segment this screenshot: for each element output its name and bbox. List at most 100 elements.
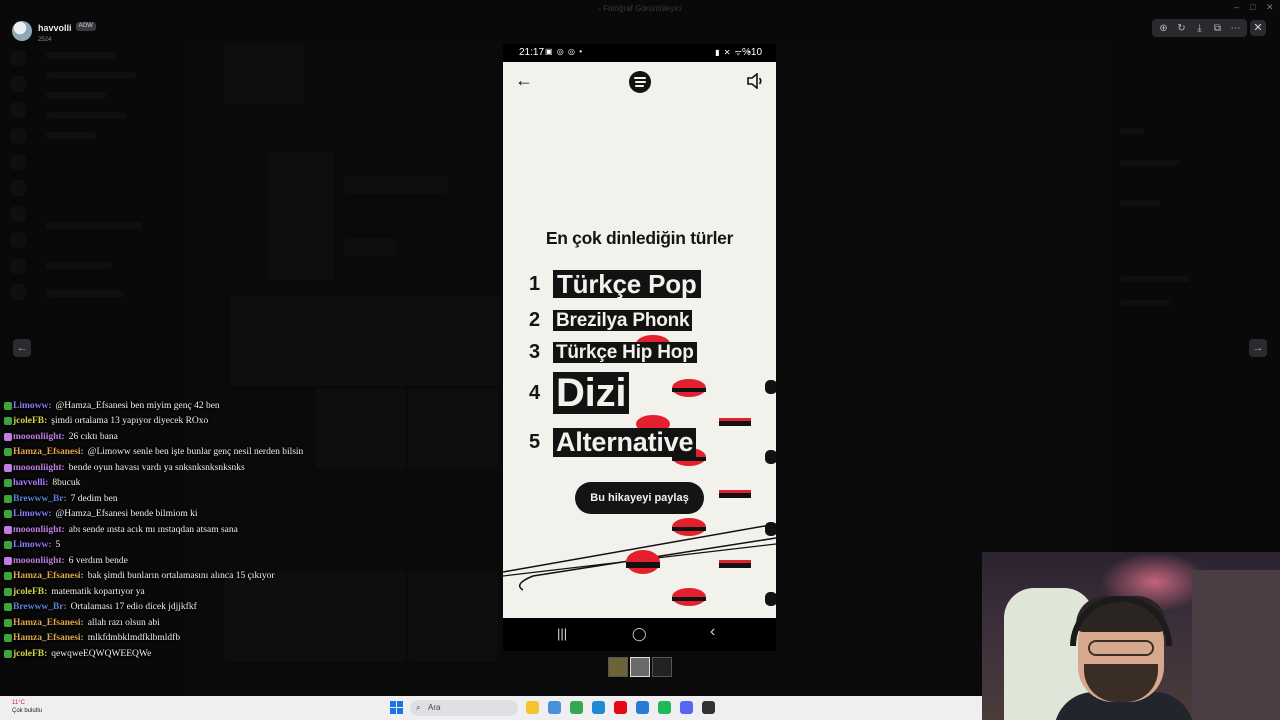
chat-badge-icon [4, 463, 12, 472]
chat-text: mlkfdmbklmdfklbmldfb [87, 633, 181, 644]
chat-username[interactable]: mooonliight: [13, 463, 65, 473]
previous-image-button[interactable]: ← [13, 339, 31, 357]
chat-message: Brewww_Br: Ortalaması 17 edio dicek jdjjk… [4, 600, 304, 616]
chat-username[interactable]: jcoleFB: [13, 416, 47, 426]
genre-row: 2 Brezilya Phonk [529, 309, 693, 332]
avatar[interactable] [12, 20, 32, 41]
chat-username[interactable]: havvolli: [13, 478, 48, 488]
zoom-in-icon[interactable]: ⊕ [1156, 21, 1171, 36]
recent-apps-icon: ||| [557, 626, 568, 641]
chat-username[interactable]: jcoleFB: [13, 587, 47, 597]
chat-text: bak şimdi bunların ortalamasını alınca 1… [87, 571, 275, 582]
genre-rank: 3 [529, 341, 541, 363]
chat-message: Hamza_Efsanesi: bak şimdi bunların ortala… [4, 569, 304, 585]
chat-username[interactable]: Hamza_Efsanesi: [13, 571, 84, 581]
download-icon[interactable]: ⤓ [1192, 21, 1207, 36]
genre-label: Brezilya Phonk [553, 310, 693, 331]
chat-text: 7 dedim ben [70, 493, 118, 504]
desktop-screen: - Fotoğraf Görüntüleyici – □ ✕ havvolli A… [0, 0, 1280, 720]
uploader-badge: AOW [75, 22, 96, 32]
uploader-name: havvolli [38, 23, 72, 33]
stream-chat: Limoww: @Hamza_Efsanesi ben miyim genç 42… [4, 398, 304, 662]
genre-label: Alternative [553, 428, 697, 457]
photos-icon[interactable] [548, 701, 561, 714]
chat-username[interactable]: Limoww: [13, 401, 52, 411]
chat-message: Hamza_Efsanesi: @Limoww senle ben işte bu… [4, 445, 304, 461]
genre-rank: 1 [529, 272, 541, 295]
genre-rank: 4 [529, 381, 541, 404]
next-image-button[interactable]: → [1249, 339, 1267, 357]
maximize-icon[interactable]: □ [1250, 2, 1255, 12]
chat-username[interactable]: mooonliight: [13, 432, 65, 442]
chat-message: Limoww: 5 [4, 538, 304, 554]
window-title: - Fotoğraf Görüntüleyici [598, 4, 682, 13]
rotate-icon[interactable]: ↻ [1174, 21, 1189, 36]
chat-text: abı sende ınsta acık mı ınstaqdan atsam … [68, 524, 238, 535]
chat-badge-icon [4, 448, 12, 457]
viewer-toolbar: - Fotoğraf Görüntüleyici – □ ✕ havvolli A… [0, 0, 1280, 43]
genre-label: Dizi [553, 372, 630, 414]
chat-message: mooonliight: bende oyun havası vardı ya s… [4, 460, 304, 476]
window-close-icon[interactable]: ✕ [1266, 2, 1274, 13]
minimize-icon[interactable]: – [1234, 2, 1239, 12]
taskbar-search[interactable]: ⌕ Ara [410, 700, 518, 716]
chat-username[interactable]: jcoleFB: [13, 649, 47, 659]
more-icon[interactable]: ⋯ [1228, 21, 1243, 36]
search-placeholder: Ara [428, 703, 441, 712]
chat-username[interactable]: Brewww_Br: [13, 494, 67, 504]
chat-badge-icon [4, 603, 12, 612]
chat-text: 8bucuk [52, 478, 81, 489]
home-icon: ◯ [632, 626, 647, 641]
thumbnail-active[interactable] [630, 657, 650, 677]
store-icon[interactable] [636, 701, 649, 714]
chat-text: allah razı olsun abi [87, 617, 160, 628]
chat-badge-icon [4, 479, 12, 488]
upload-time: 2524 [38, 37, 52, 43]
phone-screenshot: 21:17 ▣ ◎ ◎ • ▮ ✕ ᯤ ◔ %10 ← En çok dinle… [503, 44, 776, 651]
discord-icon[interactable] [680, 701, 693, 714]
chat-message: jcoleFB: matematik kopartıyor ya [4, 584, 304, 600]
chat-text: matematik kopartıyor ya [51, 586, 145, 597]
taskbar: 11°C Çok bulutlu ⌕ Ara [0, 696, 982, 720]
chat-badge-icon [4, 587, 12, 596]
close-viewer-button[interactable]: ✕ [1250, 20, 1266, 36]
genre-rank: 5 [529, 431, 541, 453]
weather-widget[interactable]: 11°C Çok bulutlu [12, 699, 42, 715]
chat-badge-icon [4, 634, 12, 643]
open-external-icon[interactable]: ⧉ [1210, 21, 1225, 36]
weather-temp: 11°C [12, 700, 25, 706]
chat-username[interactable]: Hamza_Efsanesi: [13, 633, 84, 643]
chat-username[interactable]: Brewww_Br: [13, 602, 67, 612]
file-explorer-icon[interactable] [526, 701, 539, 714]
chat-username[interactable]: mooonliight: [13, 556, 65, 566]
chat-message: Brewww_Br: 7 dedim ben [4, 491, 304, 507]
start-button[interactable] [390, 701, 403, 714]
chat-username[interactable]: Limoww: [13, 540, 52, 550]
uploader-info[interactable]: havvolli AOW 2524 [12, 18, 96, 43]
chrome-icon[interactable] [570, 701, 583, 714]
chat-message: Limoww: @Hamza_Efsanesi bende bilmiom ki [4, 507, 304, 523]
chat-username[interactable]: Hamza_Efsanesi: [13, 447, 84, 457]
chat-message: mooonliight: 26 cıktı bana [4, 429, 304, 445]
genre-label: Türkçe Hip Hop [553, 342, 697, 363]
edge-icon[interactable] [592, 701, 605, 714]
chat-username[interactable]: mooonliight: [13, 525, 65, 535]
chat-message: mooonliight: abı sende ınsta acık mı ınst… [4, 522, 304, 538]
chat-text: @Hamza_Efsanesi bende bilmiom ki [55, 509, 198, 520]
nav-back-icon: ‹ [710, 623, 716, 640]
genre-label: Türkçe Pop [553, 270, 701, 298]
genre-row: 3 Türkçe Hip Hop [529, 341, 697, 364]
chat-text: @Limoww senle ben işte bunlar genç nesil… [87, 447, 304, 458]
netflix-icon[interactable] [614, 701, 627, 714]
chat-username[interactable]: Limoww: [13, 509, 52, 519]
thumbnail[interactable] [652, 657, 672, 677]
chat-badge-icon [4, 572, 12, 581]
chat-username[interactable]: Hamza_Efsanesi: [13, 618, 84, 628]
page-title: En çok dinlediğin türler [545, 228, 734, 248]
chat-text: 26 cıktı bana [68, 431, 118, 442]
chat-badge-icon [4, 417, 12, 426]
spotify-icon[interactable] [658, 701, 671, 714]
obs-icon[interactable] [702, 701, 715, 714]
thumbnail[interactable] [608, 657, 628, 677]
phone-nav-bar: ||| ◯ ‹ [503, 618, 776, 651]
